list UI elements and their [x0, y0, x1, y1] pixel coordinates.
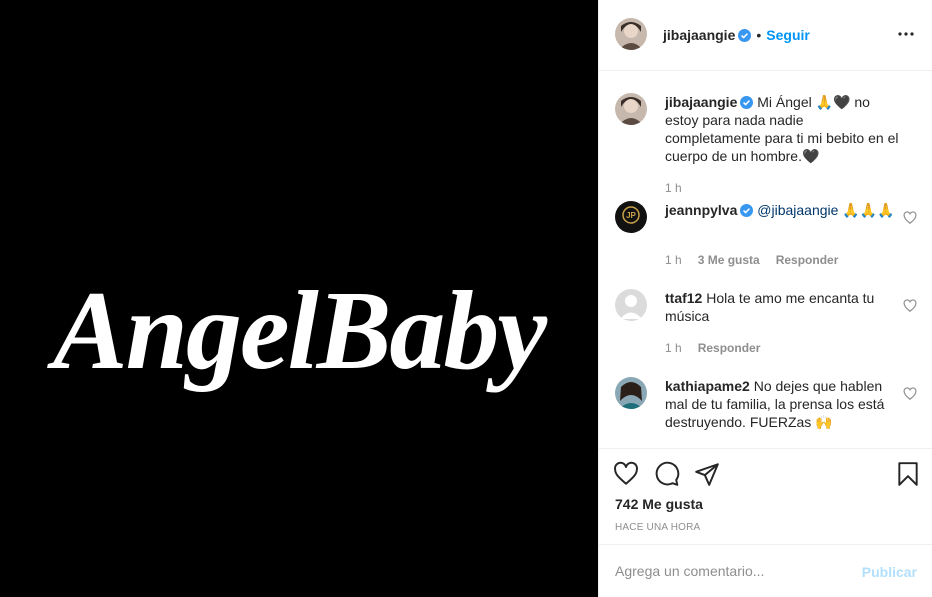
comment-username[interactable]: jeannpylva: [665, 202, 737, 218]
comment-avatar[interactable]: [615, 377, 647, 409]
comment-mention[interactable]: @jibajaangie: [757, 202, 838, 218]
comment-text-block: kathiapame2 No dejes que hablen mal de t…: [665, 377, 901, 431]
comment-username[interactable]: ttaf12: [665, 290, 702, 306]
post-comment-button[interactable]: Publicar: [862, 564, 917, 580]
comment-meta: 1 h 3 Me gusta Responder: [665, 253, 854, 267]
caption-username[interactable]: jibajaangie: [665, 94, 737, 110]
comment-avatar[interactable]: [615, 289, 647, 321]
caption-avatar[interactable]: [615, 93, 647, 125]
post-actions: 742 Me gusta HACE UNA HORA: [599, 448, 932, 544]
post-sidebar: jibajaangie • Seguir jibajaangie Mi Ánge…: [598, 0, 932, 597]
share-icon[interactable]: [694, 461, 720, 487]
comment-likes[interactable]: 3 Me gusta: [698, 253, 760, 267]
separator-dot: •: [756, 27, 762, 43]
comment-input[interactable]: [615, 559, 855, 583]
comments-list[interactable]: jibajaangie Mi Ángel 🙏🖤 no estoy para na…: [599, 72, 932, 448]
comment-avatar[interactable]: JP: [615, 201, 647, 233]
caption-text-block: jibajaangie Mi Ángel 🙏🖤 no estoy para na…: [665, 93, 901, 165]
follow-button[interactable]: Seguir: [766, 27, 810, 43]
likes-count[interactable]: 742 Me gusta: [615, 496, 703, 512]
comment-time[interactable]: 1 h: [665, 341, 682, 355]
svg-text:JP: JP: [626, 211, 636, 220]
heart-icon[interactable]: [613, 461, 639, 487]
angelbaby-artwork: AngelBaby: [47, 269, 551, 393]
author-avatar[interactable]: [615, 18, 647, 50]
reply-button[interactable]: Responder: [776, 253, 839, 267]
comment-like-icon[interactable]: [903, 211, 917, 225]
bookmark-icon[interactable]: [895, 461, 921, 487]
comment-text-block: jeannpylva @jibajaangie 🙏🙏🙏: [665, 201, 901, 219]
comment-text: 🙏🙏🙏: [838, 202, 895, 218]
comment-meta: 1 h Responder: [665, 341, 776, 355]
verified-icon: [738, 28, 752, 42]
image-text: AngelBaby: [47, 269, 549, 393]
comment-text-block: ttaf12 Hola te amo me encanta tu música: [665, 289, 901, 325]
verified-icon: [740, 96, 754, 109]
caption-meta: 1 h: [665, 181, 698, 195]
caption-time[interactable]: 1 h: [665, 181, 682, 195]
post-header: jibajaangie • Seguir: [599, 0, 932, 71]
comment-icon[interactable]: [654, 461, 680, 487]
author-username[interactable]: jibajaangie: [663, 27, 735, 43]
reply-button[interactable]: Responder: [698, 341, 761, 355]
post-image[interactable]: AngelBaby: [0, 0, 598, 597]
comment-time[interactable]: 1 h: [665, 253, 682, 267]
comment-username[interactable]: kathiapame2: [665, 378, 750, 394]
comment-like-icon[interactable]: [903, 299, 917, 313]
verified-icon: [740, 204, 754, 217]
more-options-icon[interactable]: [896, 24, 916, 44]
post-timestamp: HACE UNA HORA: [615, 522, 701, 533]
comment-like-icon[interactable]: [903, 387, 917, 401]
add-comment-bar: Publicar: [599, 544, 932, 597]
